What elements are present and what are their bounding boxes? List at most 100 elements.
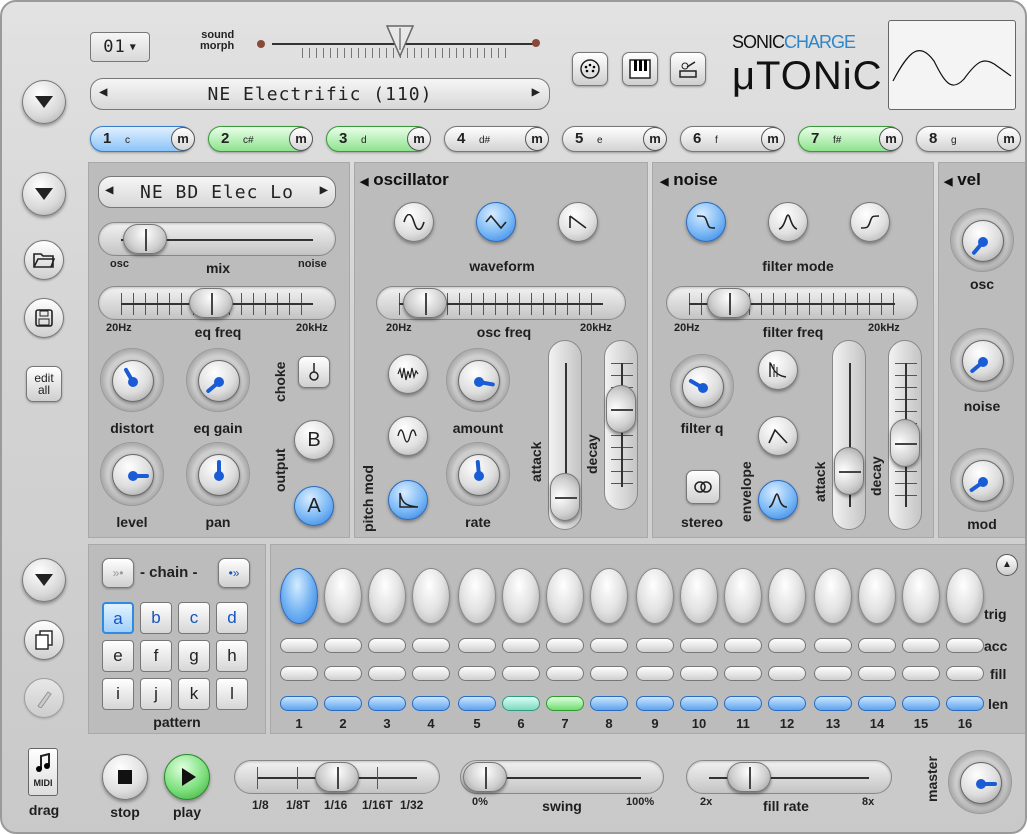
- trig-step-16[interactable]: [946, 568, 984, 624]
- paste-button[interactable]: [24, 678, 64, 718]
- mute-button[interactable]: m: [289, 127, 313, 151]
- len-step-4[interactable]: [412, 696, 450, 711]
- pitch-mod-noise-button[interactable]: [388, 354, 428, 394]
- acc-step-6[interactable]: [502, 638, 540, 653]
- mute-button[interactable]: m: [643, 127, 667, 151]
- acc-step-14[interactable]: [858, 638, 896, 653]
- level-knob[interactable]: [100, 442, 164, 506]
- len-step-3[interactable]: [368, 696, 406, 711]
- acc-step-9[interactable]: [636, 638, 674, 653]
- mute-button[interactable]: m: [525, 127, 549, 151]
- pattern-button-f[interactable]: f: [140, 640, 172, 672]
- len-step-6[interactable]: [502, 696, 540, 711]
- midi-drag-button[interactable]: MIDI: [28, 748, 58, 796]
- pitch-mod-decay-button[interactable]: [388, 480, 428, 520]
- pattern-button-d[interactable]: d: [216, 602, 248, 634]
- save-button[interactable]: [24, 298, 64, 338]
- trig-step-4[interactable]: [412, 568, 450, 624]
- distort-knob[interactable]: [100, 348, 164, 412]
- acc-step-5[interactable]: [458, 638, 496, 653]
- trig-step-3[interactable]: [368, 568, 406, 624]
- trig-step-15[interactable]: [902, 568, 940, 624]
- filter-q-knob[interactable]: [670, 354, 734, 418]
- pattern-button-l[interactable]: l: [216, 678, 248, 710]
- patch-menu-button[interactable]: [22, 172, 66, 216]
- drum-patch-selector[interactable]: ◀ NE BD Elec Lo ▶: [98, 176, 336, 208]
- pan-knob[interactable]: [186, 442, 250, 506]
- fill-step-14[interactable]: [858, 666, 896, 681]
- filter-lowpass-button[interactable]: [686, 202, 726, 242]
- noise-decay-slider[interactable]: [888, 340, 922, 530]
- trig-step-6[interactable]: [502, 568, 540, 624]
- channel-button-1[interactable]: 1 c m: [90, 126, 195, 152]
- output-a-button[interactable]: A: [294, 486, 334, 526]
- mute-button[interactable]: m: [171, 127, 195, 151]
- eq-gain-knob[interactable]: [186, 348, 250, 412]
- pattern-button-a[interactable]: a: [102, 602, 134, 634]
- vel-noise-knob[interactable]: [950, 328, 1014, 392]
- trig-step-13[interactable]: [814, 568, 852, 624]
- channel-button-6[interactable]: 6 f m: [680, 126, 785, 152]
- filter-freq-slider[interactable]: [666, 286, 918, 320]
- fill-step-11[interactable]: [724, 666, 762, 681]
- pattern-button-k[interactable]: k: [178, 678, 210, 710]
- trig-step-11[interactable]: [724, 568, 762, 624]
- channel-button-7[interactable]: 7 f# m: [798, 126, 903, 152]
- fill-step-15[interactable]: [902, 666, 940, 681]
- mute-button[interactable]: m: [879, 127, 903, 151]
- waveform-sine-button[interactable]: [394, 202, 434, 242]
- filter-bandpass-button[interactable]: [768, 202, 808, 242]
- acc-step-8[interactable]: [590, 638, 628, 653]
- step-rate-slider[interactable]: [234, 760, 440, 794]
- len-step-2[interactable]: [324, 696, 362, 711]
- trig-step-8[interactable]: [590, 568, 628, 624]
- len-step-16[interactable]: [946, 696, 984, 711]
- len-step-14[interactable]: [858, 696, 896, 711]
- pattern-button-h[interactable]: h: [216, 640, 248, 672]
- fill-step-5[interactable]: [458, 666, 496, 681]
- trig-step-1[interactable]: [280, 568, 318, 624]
- len-step-7[interactable]: [546, 696, 584, 711]
- len-step-11[interactable]: [724, 696, 762, 711]
- master-volume-knob[interactable]: [948, 750, 1012, 814]
- fill-step-2[interactable]: [324, 666, 362, 681]
- fill-step-12[interactable]: [768, 666, 806, 681]
- acc-step-15[interactable]: [902, 638, 940, 653]
- acc-step-13[interactable]: [814, 638, 852, 653]
- len-step-1[interactable]: [280, 696, 318, 711]
- len-step-13[interactable]: [814, 696, 852, 711]
- len-step-9[interactable]: [636, 696, 674, 711]
- envelope-exp-button[interactable]: [758, 350, 798, 390]
- keyboard-button[interactable]: [622, 52, 658, 86]
- fill-step-1[interactable]: [280, 666, 318, 681]
- acc-step-16[interactable]: [946, 638, 984, 653]
- osc-decay-slider[interactable]: [604, 340, 638, 510]
- pattern-button-c[interactable]: c: [178, 602, 210, 634]
- acc-step-2[interactable]: [324, 638, 362, 653]
- trig-step-9[interactable]: [636, 568, 674, 624]
- prev-preset-icon[interactable]: ◀: [99, 84, 108, 100]
- acc-step-7[interactable]: [546, 638, 584, 653]
- len-step-10[interactable]: [680, 696, 718, 711]
- output-b-button[interactable]: B: [294, 420, 334, 460]
- amount-knob[interactable]: [446, 348, 510, 412]
- chain-prev-button[interactable]: »•: [102, 558, 134, 588]
- len-step-8[interactable]: [590, 696, 628, 711]
- trig-step-12[interactable]: [768, 568, 806, 624]
- pattern-menu-button[interactable]: [22, 558, 66, 602]
- next-patch-icon[interactable]: ▶: [320, 182, 329, 198]
- envelope-linear-button[interactable]: [758, 416, 798, 456]
- channel-button-5[interactable]: 5 e m: [562, 126, 667, 152]
- fill-step-6[interactable]: [502, 666, 540, 681]
- open-button[interactable]: [24, 240, 64, 280]
- choke-button[interactable]: [298, 356, 330, 388]
- program-selector[interactable]: 01 ▼: [90, 32, 150, 62]
- acc-step-12[interactable]: [768, 638, 806, 653]
- acc-step-1[interactable]: [280, 638, 318, 653]
- fill-step-9[interactable]: [636, 666, 674, 681]
- pattern-button-g[interactable]: g: [178, 640, 210, 672]
- prev-patch-icon[interactable]: ◀: [105, 182, 114, 198]
- trig-step-14[interactable]: [858, 568, 896, 624]
- fill-step-3[interactable]: [368, 666, 406, 681]
- trig-step-10[interactable]: [680, 568, 718, 624]
